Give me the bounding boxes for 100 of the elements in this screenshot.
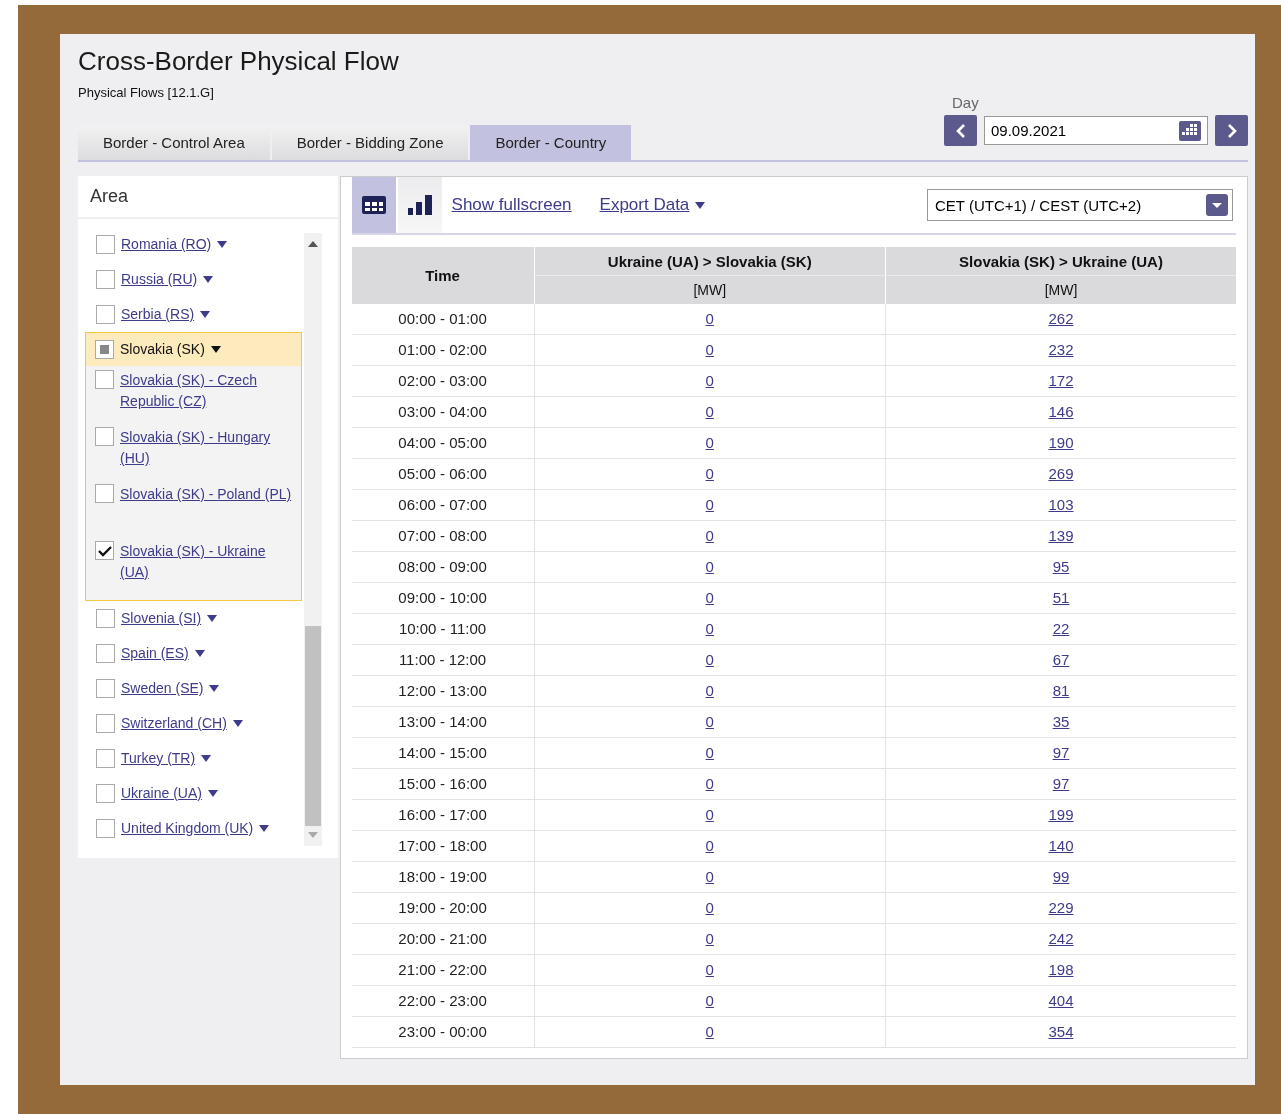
value-link[interactable]: 404 xyxy=(1048,991,1074,1009)
value-link[interactable]: 22 xyxy=(1052,619,1070,637)
value-link[interactable]: 0 xyxy=(705,588,714,606)
value-link[interactable]: 262 xyxy=(1048,309,1074,327)
value-link[interactable]: 81 xyxy=(1052,681,1070,699)
checkbox[interactable] xyxy=(96,644,115,663)
area-link[interactable]: United Kingdom (UK) xyxy=(121,820,254,837)
area-link[interactable]: Russia (RU) xyxy=(121,271,198,288)
border-link[interactable]: Slovakia (SK) - Czech Republic (CZ) xyxy=(120,370,292,412)
value-link[interactable]: 51 xyxy=(1052,588,1070,606)
checkbox[interactable] xyxy=(96,679,115,698)
value-link[interactable]: 139 xyxy=(1048,526,1074,544)
checkbox[interactable] xyxy=(96,270,115,289)
area-link[interactable]: Spain (ES) xyxy=(121,645,189,662)
export-data-link[interactable]: Export Data xyxy=(599,195,690,215)
value-link[interactable]: 97 xyxy=(1052,743,1070,761)
caret-icon[interactable] xyxy=(259,825,270,832)
date-field[interactable]: 09.09.2021 xyxy=(984,116,1208,145)
checkbox[interactable] xyxy=(96,784,115,803)
checkbox[interactable] xyxy=(96,609,115,628)
caret-icon[interactable] xyxy=(203,276,214,283)
checkbox[interactable] xyxy=(96,819,115,838)
value-link[interactable]: 0 xyxy=(705,867,714,885)
calendar-icon[interactable] xyxy=(1179,120,1201,141)
area-link[interactable]: Romania (RO) xyxy=(121,236,212,253)
value-link[interactable]: 140 xyxy=(1048,836,1074,854)
value-link[interactable]: 0 xyxy=(705,495,714,513)
value-link[interactable]: 0 xyxy=(705,712,714,730)
area-link[interactable]: Switzerland (CH) xyxy=(121,715,227,732)
caret-icon[interactable] xyxy=(201,755,212,762)
checkbox[interactable] xyxy=(96,305,115,324)
caret-icon[interactable] xyxy=(200,311,211,318)
value-link[interactable]: 146 xyxy=(1048,402,1074,420)
scrollbar[interactable] xyxy=(304,233,322,846)
caret-icon[interactable] xyxy=(695,201,706,209)
value-link[interactable]: 0 xyxy=(705,309,714,327)
value-link[interactable]: 0 xyxy=(705,836,714,854)
fullscreen-link[interactable]: Show fullscreen xyxy=(451,195,572,215)
value-link[interactable]: 0 xyxy=(705,526,714,544)
value-link[interactable]: 0 xyxy=(705,557,714,575)
value-link[interactable]: 35 xyxy=(1052,712,1070,730)
value-link[interactable]: 0 xyxy=(705,743,714,761)
area-link[interactable]: Ukraine (UA) xyxy=(121,785,202,802)
checkbox[interactable] xyxy=(95,427,114,446)
border-link[interactable]: Slovakia (SK) - Poland (PL) xyxy=(120,484,292,505)
area-link[interactable]: Turkey (TR) xyxy=(121,750,196,767)
value-link[interactable]: 67 xyxy=(1052,650,1070,668)
value-link[interactable]: 99 xyxy=(1052,867,1070,885)
value-link[interactable]: 97 xyxy=(1052,774,1070,792)
value-link[interactable]: 0 xyxy=(705,433,714,451)
value-link[interactable]: 0 xyxy=(705,371,714,389)
scroll-up-icon[interactable] xyxy=(308,241,318,247)
caret-icon[interactable] xyxy=(217,241,228,248)
value-link[interactable]: 0 xyxy=(705,650,714,668)
border-link[interactable]: Slovakia (SK) - Ukraine (UA) xyxy=(120,541,292,583)
value-link[interactable]: 190 xyxy=(1048,433,1074,451)
checkbox[interactable] xyxy=(96,714,115,733)
dropdown-icon[interactable] xyxy=(1206,194,1228,216)
caret-icon[interactable] xyxy=(207,790,218,797)
checkbox[interactable] xyxy=(96,235,115,254)
next-day-button[interactable] xyxy=(1215,115,1248,146)
value-link[interactable]: 0 xyxy=(705,774,714,792)
value-link[interactable]: 103 xyxy=(1048,495,1074,513)
previous-day-button[interactable] xyxy=(944,115,977,146)
value-link[interactable]: 0 xyxy=(705,991,714,1009)
area-link[interactable]: Slovenia (SI) xyxy=(121,610,202,627)
value-link[interactable]: 269 xyxy=(1048,464,1074,482)
value-link[interactable]: 172 xyxy=(1048,371,1074,389)
value-link[interactable]: 198 xyxy=(1048,960,1074,978)
value-link[interactable]: 0 xyxy=(705,1022,714,1040)
value-link[interactable]: 0 xyxy=(705,898,714,916)
caret-icon[interactable] xyxy=(210,346,221,353)
chart-view-button[interactable] xyxy=(397,177,442,233)
area-link[interactable]: Sweden (SE) xyxy=(121,680,204,697)
value-link[interactable]: 0 xyxy=(705,464,714,482)
value-link[interactable]: 229 xyxy=(1048,898,1074,916)
area-link[interactable]: Serbia (RS) xyxy=(121,306,195,323)
value-link[interactable]: 0 xyxy=(705,402,714,420)
value-link[interactable]: 0 xyxy=(705,929,714,947)
value-link[interactable]: 0 xyxy=(705,681,714,699)
checkbox[interactable] xyxy=(96,749,115,768)
timezone-dropdown[interactable]: CET (UTC+1) / CEST (UTC+2) xyxy=(927,189,1233,221)
value-link[interactable]: 199 xyxy=(1048,805,1074,823)
value-link[interactable]: 0 xyxy=(705,805,714,823)
value-link[interactable]: 0 xyxy=(705,340,714,358)
tab[interactable]: Border - Country xyxy=(470,125,632,160)
value-link[interactable]: 0 xyxy=(705,960,714,978)
value-link[interactable]: 95 xyxy=(1052,557,1070,575)
table-view-button[interactable] xyxy=(351,177,396,233)
border-link[interactable]: Slovakia (SK) - Hungary (HU) xyxy=(120,427,292,469)
caret-icon[interactable] xyxy=(194,650,205,657)
checkbox[interactable] xyxy=(95,340,114,359)
value-link[interactable]: 354 xyxy=(1048,1022,1074,1040)
value-link[interactable]: 242 xyxy=(1048,929,1074,947)
value-link[interactable]: 0 xyxy=(705,619,714,637)
checkbox[interactable] xyxy=(95,370,114,389)
checkbox[interactable] xyxy=(95,541,114,560)
caret-icon[interactable] xyxy=(207,615,218,622)
caret-icon[interactable] xyxy=(232,720,243,727)
value-link[interactable]: 232 xyxy=(1048,340,1074,358)
